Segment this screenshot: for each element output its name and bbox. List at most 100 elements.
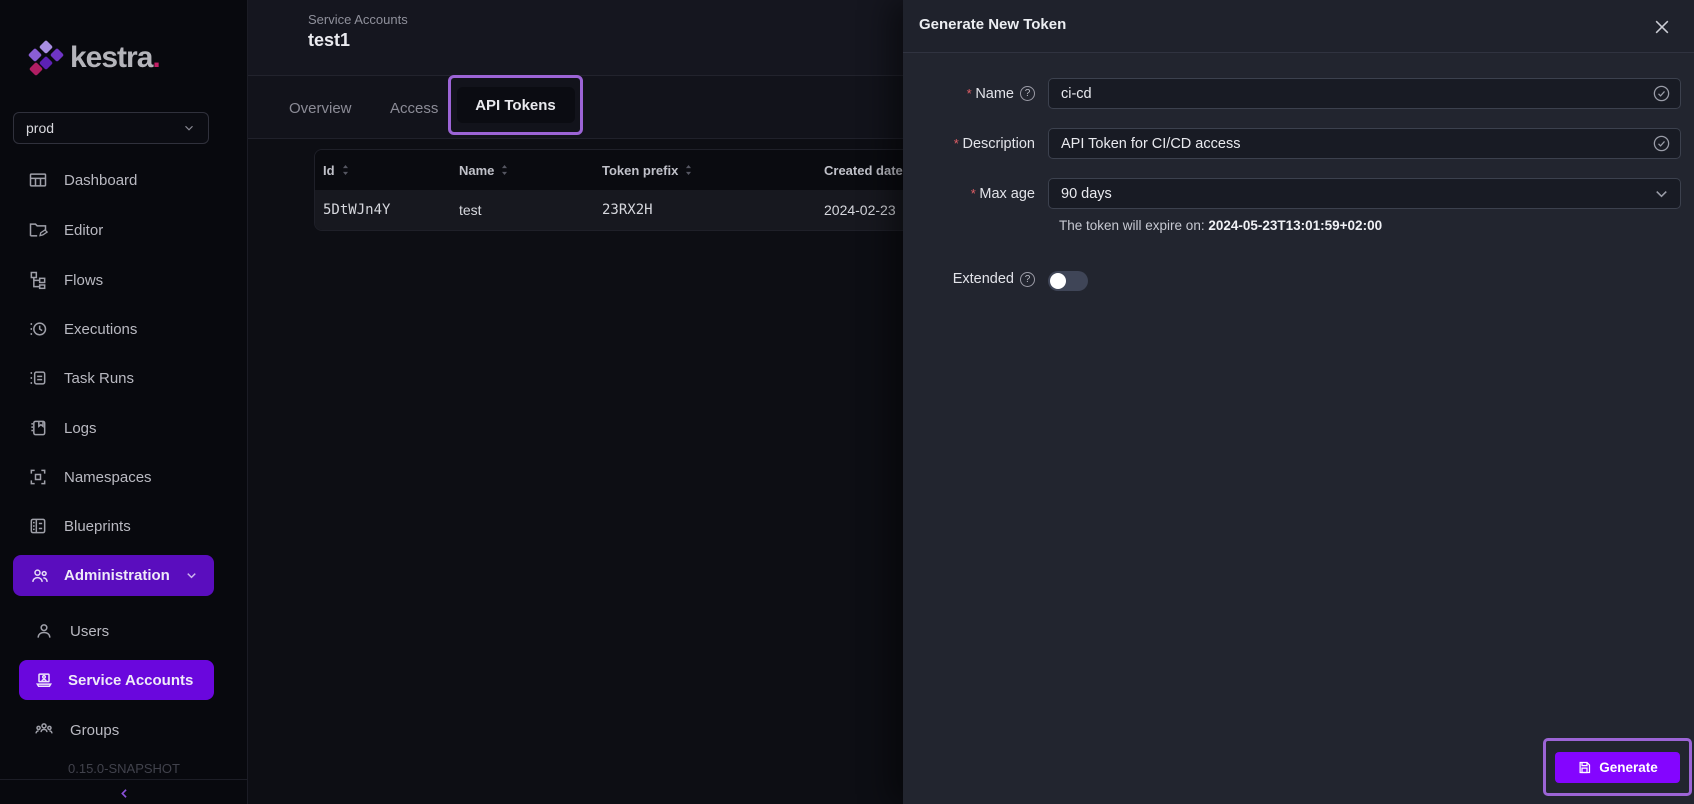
column-header-id[interactable]: Id bbox=[315, 163, 451, 178]
sidebar-item-blueprints[interactable]: Blueprints bbox=[0, 506, 248, 546]
tab-overview[interactable]: Overview bbox=[289, 76, 352, 140]
dashboard-icon bbox=[28, 170, 48, 190]
sidebar-item-label: Users bbox=[70, 623, 109, 640]
max-age-field-row: Max age 90 days bbox=[903, 178, 1694, 209]
annotation-rect-api-tokens: API Tokens bbox=[448, 75, 583, 135]
sidebar-item-executions[interactable]: Executions bbox=[0, 309, 248, 349]
sidebar-item-service-accounts[interactable]: Service Accounts bbox=[19, 660, 214, 700]
sidebar-item-flows[interactable]: Flows bbox=[0, 260, 248, 300]
chevron-down-icon bbox=[182, 121, 196, 135]
expire-date: 2024-05-23T13:01:59+02:00 bbox=[1208, 218, 1382, 233]
token-name-cell: test bbox=[451, 202, 594, 218]
close-icon[interactable] bbox=[1650, 15, 1674, 39]
extended-toggle[interactable] bbox=[1048, 271, 1088, 291]
editor-icon bbox=[28, 220, 48, 240]
drawer-header: Generate New Token bbox=[903, 0, 1694, 53]
breadcrumb: Service Accounts bbox=[308, 12, 408, 27]
sidebar-item-dashboard[interactable]: Dashboard bbox=[0, 160, 248, 200]
sidebar-item-users[interactable]: Users bbox=[0, 611, 248, 651]
description-input[interactable] bbox=[1048, 128, 1681, 159]
kestra-logo: kestra. bbox=[28, 38, 160, 78]
drawer-title: Generate New Token bbox=[919, 16, 1066, 33]
column-label: Token prefix bbox=[602, 163, 678, 178]
tab-api-tokens[interactable]: API Tokens bbox=[457, 87, 575, 123]
blueprints-icon bbox=[28, 516, 48, 536]
logs-icon bbox=[28, 418, 48, 438]
extended-label: Extended bbox=[903, 266, 1035, 292]
chevron-left-icon bbox=[117, 786, 132, 801]
page-title: test1 bbox=[308, 30, 350, 51]
sidebar-collapse-button[interactable] bbox=[0, 783, 248, 804]
column-label: Created date bbox=[824, 163, 903, 178]
sidebar-item-label: Administration bbox=[64, 567, 170, 584]
groups-icon bbox=[34, 720, 54, 740]
sidebar-divider bbox=[0, 779, 248, 780]
help-icon[interactable] bbox=[1020, 86, 1035, 101]
sidebar-item-logs[interactable]: Logs bbox=[0, 408, 248, 448]
sort-icon[interactable] bbox=[499, 164, 510, 176]
name-label-text: Name bbox=[967, 86, 1014, 102]
sidebar-item-label: Blueprints bbox=[64, 518, 131, 535]
column-header-token-prefix[interactable]: Token prefix bbox=[594, 163, 816, 178]
service-accounts-icon bbox=[34, 670, 54, 690]
logo-text: kestra. bbox=[70, 41, 160, 75]
token-id-cell[interactable]: 5DtWJn4Y bbox=[315, 202, 451, 218]
expire-hint-prefix: The token will expire on: bbox=[1059, 218, 1208, 233]
max-age-label-text: Max age bbox=[971, 186, 1035, 202]
description-label-text: Description bbox=[954, 136, 1035, 152]
name-label: Name bbox=[903, 78, 1035, 109]
sidebar-item-groups[interactable]: Groups bbox=[0, 710, 248, 750]
expire-hint: The token will expire on: 2024-05-23T13:… bbox=[1059, 218, 1382, 233]
sidebar-item-task-runs[interactable]: Task Runs bbox=[0, 358, 248, 398]
chevron-down-icon bbox=[1652, 184, 1671, 203]
sidebar-item-label: Executions bbox=[64, 321, 137, 338]
column-label: Id bbox=[323, 163, 335, 178]
generate-token-drawer: Generate New Token Name Description bbox=[903, 0, 1694, 804]
kestra-logo-icon bbox=[28, 38, 62, 78]
max-age-select[interactable]: 90 days bbox=[1048, 178, 1681, 209]
sidebar-item-administration[interactable]: Administration bbox=[13, 555, 214, 596]
sidebar-item-label: Flows bbox=[64, 272, 103, 289]
tab-access[interactable]: Access bbox=[390, 76, 438, 140]
sidebar-item-namespaces[interactable]: Namespaces bbox=[0, 457, 248, 497]
sidebar-item-editor[interactable]: Editor bbox=[0, 210, 248, 250]
description-label: Description bbox=[903, 128, 1035, 159]
executions-icon bbox=[28, 319, 48, 339]
max-age-label: Max age bbox=[903, 178, 1035, 209]
token-prefix-cell: 23RX2H bbox=[594, 202, 816, 218]
check-circle-icon bbox=[1652, 84, 1671, 103]
sort-icon[interactable] bbox=[340, 164, 351, 176]
column-label: Name bbox=[459, 163, 494, 178]
app-window: kestra. prod Dashboard Editor Flows Exec… bbox=[0, 0, 1694, 804]
sidebar-item-label: Groups bbox=[70, 722, 119, 739]
extended-label-text: Extended bbox=[953, 271, 1014, 287]
sort-icon[interactable] bbox=[683, 164, 694, 176]
column-header-name[interactable]: Name bbox=[451, 163, 594, 178]
extended-field-row: Extended bbox=[903, 266, 1694, 292]
workspace-select[interactable]: prod bbox=[13, 112, 209, 144]
description-field-row: Description bbox=[903, 128, 1694, 159]
task-runs-icon bbox=[28, 368, 48, 388]
sidebar-item-label: Task Runs bbox=[64, 370, 134, 387]
generate-button[interactable]: Generate bbox=[1555, 752, 1680, 783]
sidebar-item-label: Service Accounts bbox=[68, 672, 193, 689]
sidebar-item-label: Dashboard bbox=[64, 172, 137, 189]
chevron-down-icon bbox=[184, 568, 199, 583]
namespaces-icon bbox=[28, 467, 48, 487]
toggle-knob bbox=[1050, 273, 1066, 289]
generate-button-label: Generate bbox=[1599, 760, 1658, 775]
annotation-rect-generate: Generate bbox=[1543, 738, 1692, 796]
sidebar: kestra. prod Dashboard Editor Flows Exec… bbox=[0, 0, 248, 804]
sidebar-item-label: Logs bbox=[64, 420, 97, 437]
administration-icon bbox=[30, 566, 50, 586]
users-icon bbox=[34, 621, 54, 641]
app-version: 0.15.0-SNAPSHOT bbox=[0, 761, 248, 776]
flows-icon bbox=[28, 270, 48, 290]
name-input[interactable] bbox=[1048, 78, 1681, 109]
logo-word: kestra bbox=[70, 41, 152, 74]
max-age-select-value: 90 days bbox=[1061, 186, 1112, 202]
sidebar-item-label: Namespaces bbox=[64, 469, 152, 486]
logo-dot: . bbox=[152, 41, 159, 74]
name-field-row: Name bbox=[903, 78, 1694, 109]
help-icon[interactable] bbox=[1020, 272, 1035, 287]
